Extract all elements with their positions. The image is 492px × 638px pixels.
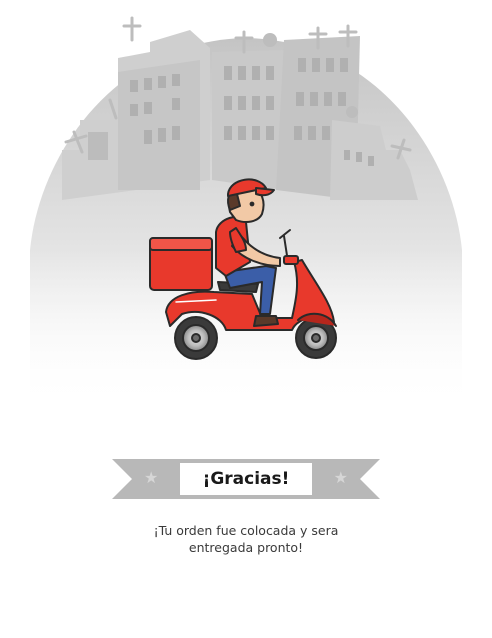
order-confirmation-screen: ★ ¡Gracias! ★ ¡Tu orden fue colocada y s… [0, 0, 492, 638]
thank-you-banner: ★ ¡Gracias! ★ [112, 457, 380, 501]
confirmation-message: ¡Tu orden fue colocada y sera entregada … [96, 522, 396, 556]
delivery-illustration [0, 0, 492, 420]
confirmation-message-line-2: entregada pronto! [188, 540, 304, 555]
confirmation-message-line-1: ¡Tu orden fue colocada y sera [153, 523, 339, 538]
star-right-icon: ★ [333, 468, 348, 487]
